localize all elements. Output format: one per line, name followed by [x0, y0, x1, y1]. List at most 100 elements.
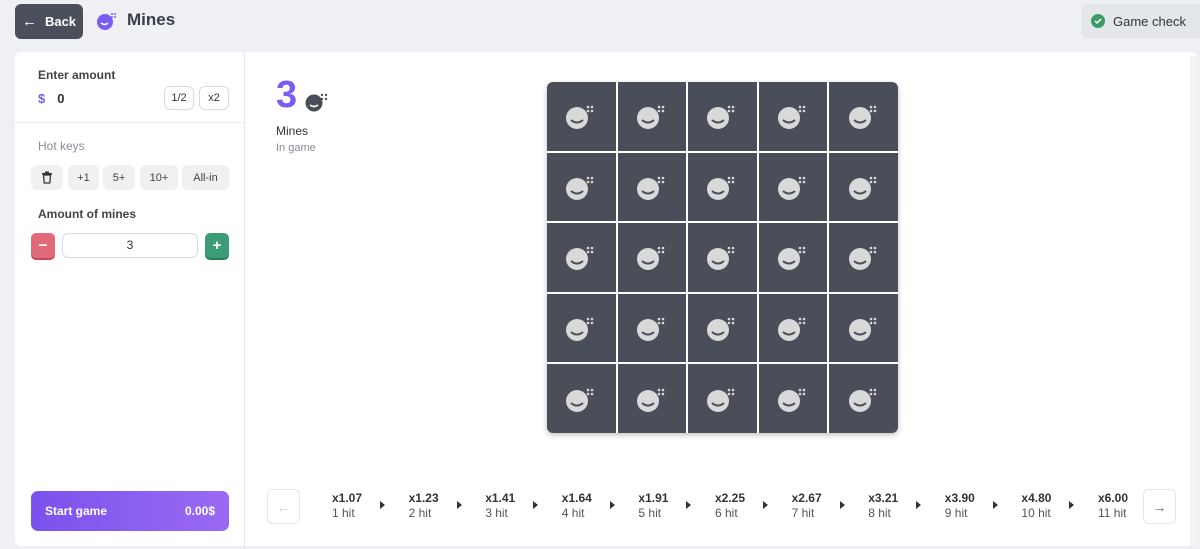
multiplier-hits: 8 hit	[868, 506, 891, 520]
multiplier-hits: 4 hit	[561, 506, 585, 520]
chevron-right-icon	[992, 501, 998, 509]
multiplier-item: x1.41 3 hit	[485, 491, 535, 520]
prev-multipliers-button[interactable]: ←	[267, 489, 300, 524]
chevron-right-icon	[1069, 501, 1075, 509]
multiplier-hits: 6 hit	[715, 506, 738, 520]
amount-field[interactable]: $ 0	[38, 91, 64, 106]
multiplier-item: x1.64 4 hit	[562, 491, 612, 520]
multiplier-hits: 11 hit	[1098, 506, 1127, 520]
arrow-left-icon: ←	[21, 13, 37, 30]
grid-cell[interactable]	[688, 82, 757, 151]
multiplier-item: x2.25 6 hit	[715, 491, 765, 520]
bomb-icon	[707, 176, 735, 200]
double-button[interactable]: x2	[199, 86, 229, 110]
multiplier-value: x3.90	[944, 491, 975, 505]
grid-cell[interactable]	[547, 152, 616, 222]
game-check-label: Game check	[1113, 13, 1186, 29]
hotkey-plus-5-button[interactable]: 5+	[103, 165, 135, 190]
enter-amount-label: Enter amount	[38, 68, 116, 82]
grid-cell[interactable]	[829, 364, 898, 433]
grid-cell[interactable]	[617, 223, 687, 292]
multiplier-item: x3.90 9 hit	[945, 491, 995, 520]
multiplier-item: x4.80 10 hit	[1021, 491, 1071, 520]
bomb-icon	[848, 176, 876, 200]
multiplier-hits: 3 hit	[485, 506, 508, 520]
amount-value: 0	[57, 91, 65, 106]
decrease-mines-button[interactable]: −	[31, 233, 55, 258]
mines-label: Mines	[276, 124, 309, 138]
bomb-icon	[848, 247, 876, 271]
chevron-right-icon	[380, 501, 385, 509]
multiplier-item: x6.00 11 hit	[1098, 491, 1148, 520]
grid-cell[interactable]	[758, 364, 828, 433]
start-game-label: Start game	[45, 504, 108, 518]
grid-cell[interactable]	[758, 223, 828, 292]
grid-cell[interactable]	[829, 293, 898, 363]
grid-cell[interactable]	[688, 293, 757, 363]
grid-cell[interactable]	[617, 293, 687, 363]
increase-mines-button[interactable]: +	[205, 233, 229, 258]
grid-cell[interactable]	[547, 293, 616, 363]
mines-amount-input[interactable]: 3	[62, 233, 198, 258]
grid-cell[interactable]	[829, 223, 898, 292]
bomb-icon	[636, 388, 665, 412]
grid-cell[interactable]	[617, 82, 687, 151]
grid-cell[interactable]	[758, 82, 828, 151]
grid-cell[interactable]	[617, 364, 687, 433]
bomb-icon	[778, 176, 806, 200]
multiplier-hits: 5 hit	[638, 506, 662, 520]
game-check-button[interactable]: Game check	[1081, 4, 1200, 38]
grid-cell[interactable]	[617, 152, 687, 222]
multiplier-value: x4.80	[1021, 491, 1052, 505]
chevron-right-icon	[686, 501, 692, 509]
in-game-label: In game	[276, 142, 316, 154]
grid-cell[interactable]	[688, 223, 757, 292]
multiplier-value: x1.07	[332, 491, 363, 505]
multiplier-value: x3.21	[868, 491, 899, 505]
start-game-button[interactable]: Start game 0.00$	[31, 491, 229, 531]
mines-count: 3	[276, 74, 298, 116]
scrollbar[interactable]	[1190, 56, 1198, 546]
grid-cell[interactable]	[547, 364, 616, 433]
grid-cell[interactable]	[758, 152, 828, 222]
multiplier-item: x1.23 2 hit	[409, 491, 459, 520]
multiplier-item: x3.21 8 hit	[868, 491, 918, 520]
chevron-right-icon	[763, 501, 768, 509]
multiplier-item: x1.07 1 hit	[332, 491, 382, 520]
bet-panel: Enter amount $ 0 1/2 x2 Hot keys +1 5+ 1…	[15, 52, 245, 546]
mines-grid	[547, 82, 898, 433]
multiplier-hits: 9 hit	[944, 506, 968, 520]
multiplier-value: x1.91	[638, 491, 669, 505]
multiplier-item: x2.67 7 hit	[792, 491, 842, 520]
back-button[interactable]: ← Back	[15, 4, 83, 39]
hotkey-plus-1-button[interactable]: +1	[68, 165, 99, 190]
grid-cell[interactable]	[547, 82, 616, 151]
grid-cell[interactable]	[829, 82, 898, 151]
bomb-icon	[848, 388, 876, 412]
grid-cell[interactable]	[688, 364, 757, 433]
trash-icon	[42, 171, 52, 184]
arrow-right-icon: →	[1152, 498, 1167, 515]
multiplier-hits: 10 hit	[1021, 506, 1051, 520]
half-button[interactable]: 1/2	[164, 86, 194, 110]
multiplier-value: x1.23	[408, 491, 439, 505]
multiplier-value: x1.64	[561, 491, 592, 505]
hotkey-plus-10-button[interactable]: 10+	[140, 165, 178, 190]
bomb-icon	[636, 176, 665, 200]
grid-cell[interactable]	[829, 152, 898, 222]
chevron-right-icon	[839, 501, 845, 509]
divider	[15, 122, 244, 123]
grid-cell[interactable]	[758, 293, 828, 363]
grid-cell[interactable]	[688, 152, 757, 222]
bomb-icon	[636, 247, 665, 271]
grid-cell[interactable]	[547, 223, 616, 292]
clear-button[interactable]	[31, 165, 63, 190]
multiplier-hits: 2 hit	[408, 506, 432, 520]
bomb-icon	[636, 105, 665, 130]
multiplier-hits: 1 hit	[332, 506, 355, 520]
hotkey-all-in-button[interactable]: All-in	[182, 165, 229, 190]
multiplier-hits: 7 hit	[791, 506, 815, 520]
multiplier-row: ← → x1.07 1 hit x1.23 2 hit x1.41 3 hit x1.64 4…	[267, 489, 1177, 525]
bomb-icon	[778, 388, 806, 412]
bomb-icon	[778, 317, 806, 342]
